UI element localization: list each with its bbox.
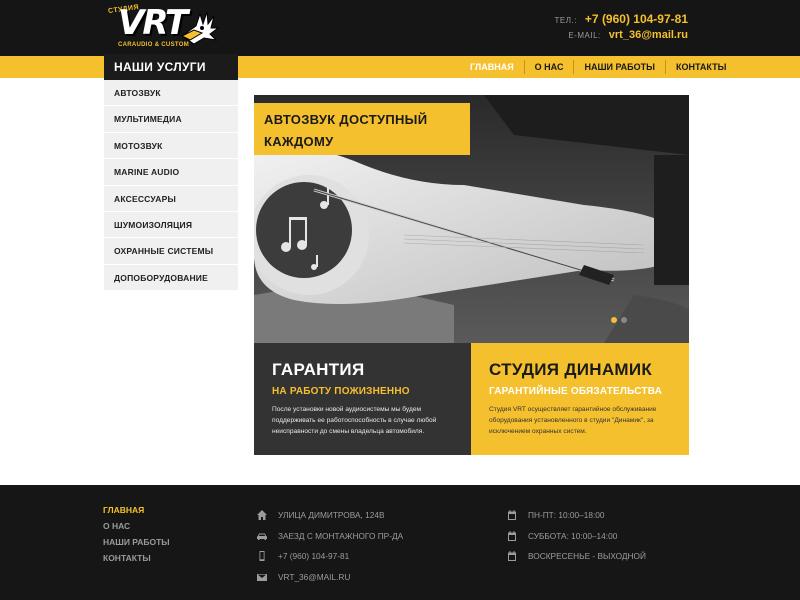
footer-nav: ГЛАВНАЯ О НАС НАШИ РАБОТЫ КОНТАКТЫ [103, 505, 170, 569]
nav-item-works[interactable]: НАШИ РАБОТЫ [573, 60, 665, 74]
hero-title: АВТОЗВУК ДОСТУПНЫЙ КАЖДОМУ [254, 103, 470, 155]
sidebar-item-car-audio[interactable]: АВТОЗВУК [104, 80, 238, 107]
studio-block: СТУДИЯ ДИНАМИК ГАРАНТИЙНЫЕ ОБЯЗАТЕЛЬСТВА… [471, 343, 689, 455]
mail-icon [257, 574, 267, 582]
footer-nav-home[interactable]: ГЛАВНАЯ [103, 505, 170, 521]
warranty-subtitle: НА РАБОТУ ПОЖИЗНЕННО [272, 386, 410, 397]
footer-phone-text: +7 (960) 104-97-81 [278, 551, 350, 562]
email-label: E-MAIL: [568, 31, 601, 40]
studio-text: Студия VRT осуществляет гарантийное обсл… [489, 406, 657, 435]
sidebar-item-extra-equipment[interactable]: ДОПОБОРУДОВАНИЕ [104, 265, 238, 292]
sidebar-item-security-systems[interactable]: ОХРАННЫЕ СИСТЕМЫ [104, 238, 238, 265]
footer-nav-contacts[interactable]: КОНТАКТЫ [103, 553, 170, 569]
site-header: СТУДИЯ VRT CARAUDIO & CUSTOM ТЕЛ.: +7 (96… [0, 0, 800, 56]
slider-dot-2[interactable] [621, 317, 627, 323]
header-phone[interactable]: ТЕЛ.: +7 (960) 104-97-81 [555, 12, 689, 26]
footer-entrance: ЗАЕЗД С МОНТАЖНОГО ПР-ДА [256, 526, 403, 547]
phone-number: +7 (960) 104-97-81 [584, 12, 688, 26]
nav-item-contacts[interactable]: КОНТАКТЫ [664, 60, 736, 74]
footer-hours-weekdays-text: ПН-ПТ: 10:00–18:00 [528, 510, 605, 521]
main-nav: ГЛАВНАЯ О НАС НАШИ РАБОТЫ КОНТАКТЫ [460, 56, 736, 78]
footer-hours-saturday: СУББОТА: 10:00–14:00 [506, 526, 646, 547]
calendar-icon [508, 510, 516, 521]
sidebar-item-marine-audio[interactable]: MARINE AUDIO [104, 159, 238, 186]
services-sidebar: АВТОЗВУК МУЛЬТИМЕДИА МОТОЗВУК MARINE AUD… [104, 80, 238, 292]
footer-phone[interactable]: +7 (960) 104-97-81 [256, 546, 403, 567]
hero-title-line2: КАЖДОМУ [264, 134, 334, 149]
calendar-icon [508, 551, 516, 562]
sidebar-item-multimedia[interactable]: МУЛЬТИМЕДИА [104, 106, 238, 133]
footer-hours-saturday-text: СУББОТА: 10:00–14:00 [528, 530, 618, 541]
footer-address: УЛИЦА ДИМИТРОВА, 124В [256, 505, 403, 526]
sidebar-item-accessories[interactable]: АКСЕССУАРЫ [104, 186, 238, 212]
footer-hours-sunday: ВОСКРЕСЕНЬЕ - ВЫХОДНОЙ [506, 546, 646, 567]
header-email[interactable]: E-MAIL: vrt_36@mail.ru [568, 29, 688, 41]
sidebar-item-sound-insulation[interactable]: ШУМОИЗОЛЯЦИЯ [104, 212, 238, 239]
warranty-text: После установки новой аудиосистемы мы бу… [272, 406, 437, 435]
services-title: НАШИ УСЛУГИ [104, 54, 238, 80]
footer-email-text: VRT_36@MAIL.RU [278, 572, 351, 583]
footer-hours-sunday-text: ВОСКРЕСЕНЬЕ - ВЫХОДНОЙ [528, 551, 646, 562]
warranty-block: ГАРАНТИЯ НА РАБОТУ ПОЖИЗНЕННО После уста… [254, 343, 471, 455]
footer-email[interactable]: VRT_36@MAIL.RU [256, 567, 403, 588]
slider-dot-1[interactable] [611, 317, 617, 323]
warranty-title: ГАРАНТИЯ [272, 360, 365, 379]
email-address: vrt_36@mail.ru [608, 29, 688, 41]
footer-contacts: УЛИЦА ДИМИТРОВА, 124В ЗАЕЗД С МОНТАЖНОГО… [256, 505, 403, 587]
footer-entrance-text: ЗАЕЗД С МОНТАЖНОГО ПР-ДА [278, 530, 404, 541]
footer-nav-about[interactable]: О НАС [103, 521, 170, 537]
home-icon [257, 510, 267, 521]
footer-hours: ПН-ПТ: 10:00–18:00 СУББОТА: 10:00–14:00 … [506, 505, 646, 567]
phone-icon [259, 551, 265, 562]
calendar-icon [508, 530, 516, 541]
nav-item-about[interactable]: О НАС [523, 60, 574, 74]
bird-mascot-icon [180, 11, 220, 45]
studio-subtitle: ГАРАНТИЙНЫЕ ОБЯЗАТЕЛЬСТВА [489, 386, 663, 397]
studio-title: СТУДИЯ ДИНАМИК [489, 360, 653, 379]
sidebar-item-moto-audio[interactable]: МОТОЗВУК [104, 133, 238, 160]
car-icon [257, 533, 267, 540]
site-logo[interactable]: СТУДИЯ VRT CARAUDIO & CUSTOM [108, 4, 220, 52]
footer-hours-weekdays: ПН-ПТ: 10:00–18:00 [506, 505, 646, 526]
hero-slider[interactable]: АВТОЗВУК ДОСТУПНЫЙ КАЖДОМУ [254, 95, 689, 343]
hero-title-line1: АВТОЗВУК ДОСТУПНЫЙ [264, 112, 428, 127]
slider-dots [611, 317, 627, 323]
footer-nav-works[interactable]: НАШИ РАБОТЫ [103, 537, 170, 553]
phone-label: ТЕЛ.: [554, 16, 577, 25]
nav-item-home[interactable]: ГЛАВНАЯ [460, 60, 524, 74]
footer-address-text: УЛИЦА ДИМИТРОВА, 124В [278, 510, 385, 521]
